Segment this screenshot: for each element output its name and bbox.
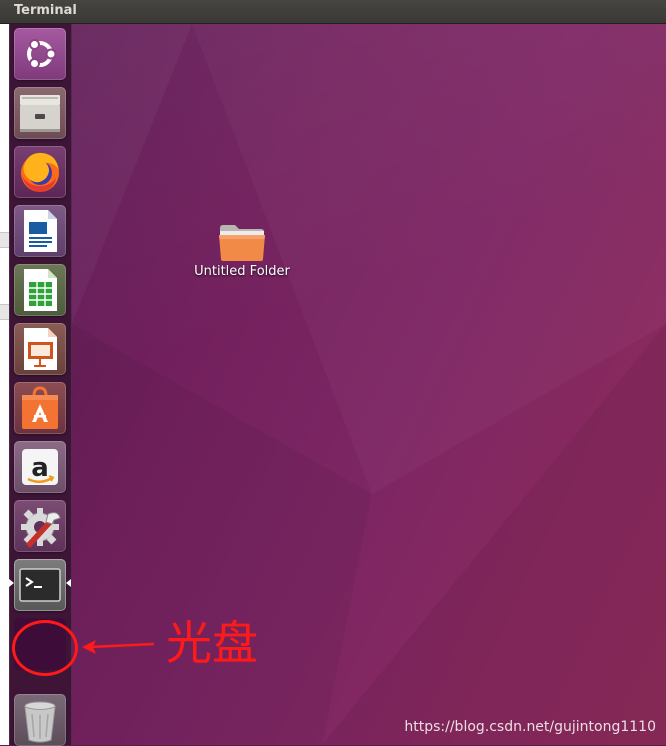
software-bag-icon — [22, 386, 58, 429]
watermark: https://blog.csdn.net/gujintong1110 — [404, 719, 656, 735]
annotation-circle — [12, 620, 78, 676]
wallpaper-facets — [72, 24, 666, 745]
launcher-item-writer[interactable] — [14, 205, 66, 257]
launcher-item-software[interactable] — [14, 382, 66, 434]
annotation-arrow-icon — [82, 640, 155, 654]
settings-gear-wrench-icon — [21, 508, 61, 548]
folder-icon — [219, 225, 265, 261]
launcher-item-impress[interactable] — [14, 323, 66, 375]
ubuntu-dash-icon — [27, 39, 57, 69]
amazon-icon: a — [22, 449, 58, 485]
launcher-item-firefox[interactable] — [14, 146, 66, 198]
desktop-folder-label: Untitled Folder — [194, 264, 290, 279]
libreoffice-calc-icon — [24, 269, 57, 311]
desktop[interactable]: Untitled Folder https://blog.csdn.net/gu… — [72, 24, 666, 745]
window-title: Terminal — [14, 3, 77, 18]
svg-text:a: a — [31, 453, 49, 483]
annotation-label: 光盘 — [166, 616, 258, 670]
launcher-item-calc[interactable] — [14, 264, 66, 316]
top-panel: Terminal — [0, 0, 666, 24]
terminal-icon — [19, 568, 61, 602]
launcher-item-files[interactable] — [14, 87, 66, 139]
libreoffice-writer-icon — [24, 210, 57, 252]
libreoffice-impress-icon — [24, 328, 57, 370]
desktop-folder[interactable]: Untitled Folder — [182, 218, 302, 288]
launcher-item-dash[interactable] — [14, 28, 66, 80]
file-cabinet-icon — [20, 95, 60, 132]
launcher-item-amazon[interactable]: a — [14, 441, 66, 493]
launcher-item-settings[interactable] — [14, 500, 66, 552]
launcher-item-trash[interactable] — [14, 694, 66, 746]
firefox-icon — [21, 152, 59, 192]
launcher-item-terminal[interactable] — [14, 559, 66, 611]
trash-icon — [24, 701, 56, 743]
active-indicator — [66, 579, 71, 587]
